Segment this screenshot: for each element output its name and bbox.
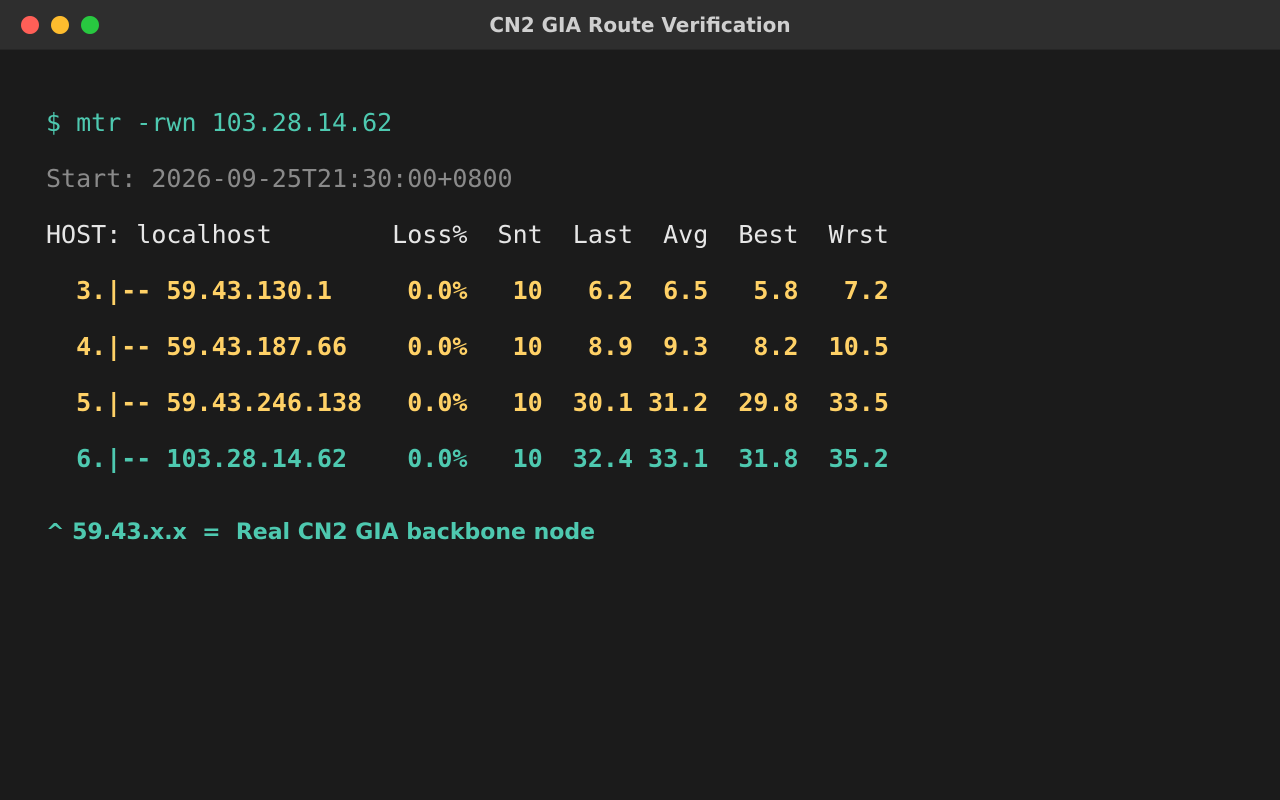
backbone-note: ^ 59.43.x.x = Real CN2 GIA backbone node: [46, 520, 596, 545]
command-line: $ mtr -rwn 103.28.14.62: [46, 108, 393, 137]
start-timestamp: Start: 2026-09-25T21:30:00+0800: [46, 164, 513, 193]
hop-row: 4.|-- 59.43.187.66 0.0% 10 8.9 9.3 8.2 1…: [46, 332, 889, 361]
hop-row: 3.|-- 59.43.130.1 0.0% 10 6.2 6.5 5.8 7.…: [46, 276, 889, 305]
terminal-output[interactable]: $ mtr -rwn 103.28.14.62 Start: 2026-09-2…: [46, 0, 1280, 800]
terminal-window: CN2 GIA Route Verification $ mtr -rwn 10…: [0, 0, 1280, 800]
hop-row: 5.|-- 59.43.246.138 0.0% 10 30.1 31.2 29…: [46, 388, 889, 417]
destination-hop-row: 6.|-- 103.28.14.62 0.0% 10 32.4 33.1 31.…: [46, 444, 889, 473]
table-header: HOST: localhost Loss% Snt Last Avg Best …: [46, 220, 889, 249]
